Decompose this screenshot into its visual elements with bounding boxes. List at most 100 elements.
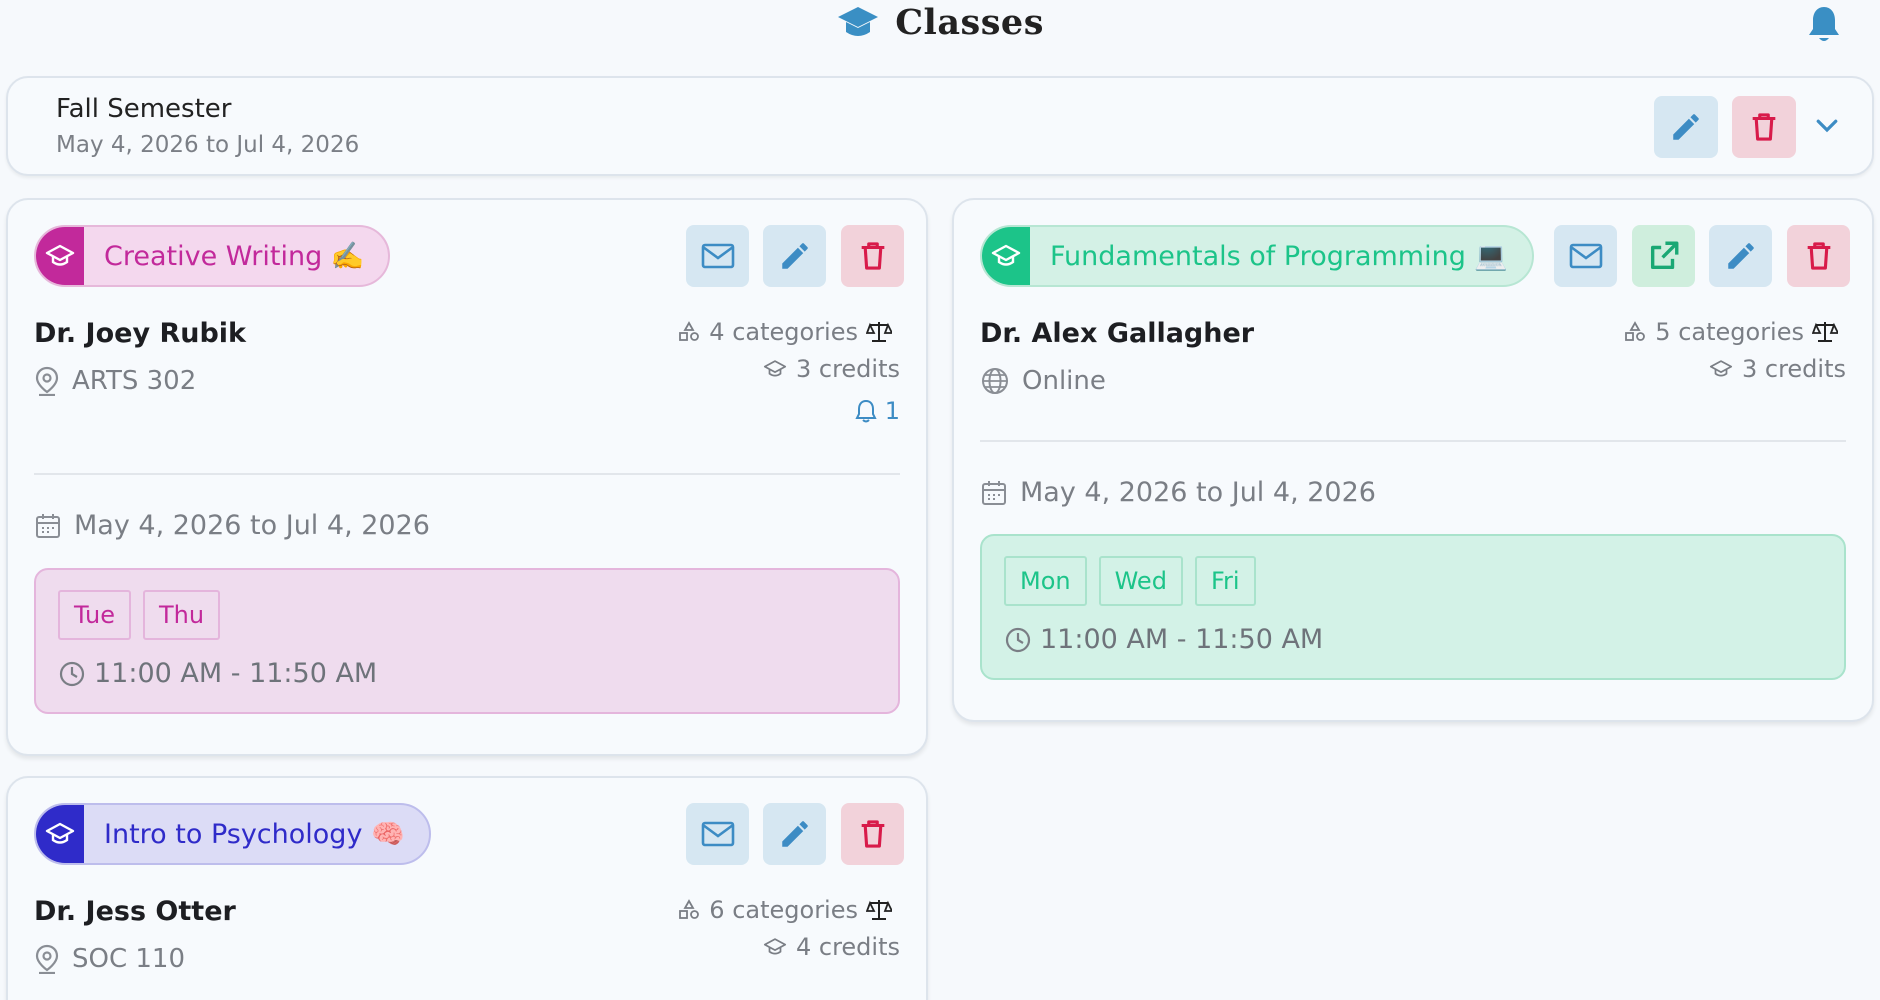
- location-text: ARTS 302: [72, 366, 197, 396]
- scale-icon: [866, 322, 892, 342]
- professor-name: Dr. Alex Gallagher: [980, 318, 1255, 349]
- bell-icon: [855, 399, 877, 423]
- class-card-creative-writing[interactable]: Creative Writing ✍️ Dr. Joey Rubik ARTS …: [6, 198, 928, 756]
- delete-class-button[interactable]: [1787, 225, 1850, 287]
- pencil-icon: [781, 821, 808, 847]
- time-text: 11:00 AM - 11:50 AM: [1040, 624, 1324, 655]
- semester-dates: May 4, 2026 to Jul 4, 2026: [56, 132, 360, 158]
- class-location: ARTS 302: [34, 366, 196, 396]
- date-range-text: May 4, 2026 to Jul 4, 2026: [1020, 477, 1376, 508]
- graduation-cap-icon: [838, 6, 879, 36]
- edit-semester-button[interactable]: [1654, 96, 1718, 158]
- app-header: Classes: [0, 0, 1880, 60]
- day-chip: Fri: [1194, 556, 1256, 606]
- edit-class-button[interactable]: [763, 225, 826, 287]
- meeting-days: Tue Thu: [58, 590, 221, 640]
- date-range-text: May 4, 2026 to Jul 4, 2026: [74, 510, 430, 541]
- delete-class-button[interactable]: [841, 803, 904, 865]
- class-name-pill[interactable]: Intro to Psychology 🧠: [34, 803, 431, 865]
- credits-text: 4 credits: [795, 933, 900, 961]
- schedule-box: Tue Thu 11:00 AM - 11:50 AM: [34, 568, 900, 714]
- shapes-icon: [1625, 321, 1646, 341]
- chevron-down-icon[interactable]: [1812, 110, 1842, 140]
- pencil-icon: [1727, 243, 1754, 269]
- open-link-button[interactable]: [1632, 225, 1695, 287]
- bell-icon[interactable]: [1806, 4, 1842, 44]
- external-link-icon: [1650, 241, 1678, 270]
- mail-icon: [701, 821, 734, 847]
- professor-name: Dr. Jess Otter: [34, 896, 236, 927]
- categories-info[interactable]: 6 categories: [669, 896, 900, 924]
- map-pin-icon: [35, 944, 59, 974]
- class-date-range: May 4, 2026 to Jul 4, 2026: [34, 510, 430, 541]
- class-name-pill[interactable]: Creative Writing ✍️: [34, 225, 391, 287]
- professor-name: Dr. Joey Rubik: [34, 318, 246, 349]
- delete-semester-button[interactable]: [1732, 96, 1796, 158]
- categories-info[interactable]: 4 categories: [669, 318, 900, 346]
- semester-bar[interactable]: Fall Semester May 4, 2026 to Jul 4, 2026: [6, 76, 1874, 176]
- categories-info[interactable]: 5 categories: [1615, 318, 1846, 346]
- email-button[interactable]: [1554, 225, 1617, 287]
- categories-text: 5 categories: [1655, 318, 1804, 346]
- scale-icon: [1812, 322, 1838, 342]
- delete-class-button[interactable]: [841, 225, 904, 287]
- credits-text: 3 credits: [1741, 355, 1846, 383]
- map-pin-icon: [35, 366, 59, 396]
- class-card-intro-to-psychology[interactable]: Intro to Psychology 🧠 Dr. Jess Otter SOC…: [6, 776, 928, 1000]
- credits-info: 3 credits: [1700, 355, 1846, 383]
- credits-text: 3 credits: [795, 355, 900, 383]
- email-button[interactable]: [686, 803, 749, 865]
- time-text: 11:00 AM - 11:50 AM: [94, 658, 378, 689]
- class-location: Online: [980, 366, 1106, 396]
- divider: [980, 440, 1846, 442]
- graduation-cap-icon: [763, 360, 787, 377]
- day-chip: Thu: [143, 590, 221, 640]
- globe-icon: [982, 368, 1008, 394]
- day-chip: Tue: [58, 590, 131, 640]
- calendar-icon: [36, 513, 60, 538]
- class-date-range: May 4, 2026 to Jul 4, 2026: [980, 477, 1376, 508]
- class-name-pill[interactable]: Fundamentals of Programming 💻: [980, 225, 1535, 287]
- credits-info: 3 credits: [754, 355, 900, 383]
- trash-icon: [861, 242, 884, 270]
- location-text: SOC 110: [72, 944, 186, 974]
- day-chip: Wed: [1098, 556, 1183, 606]
- trash-icon: [1807, 242, 1830, 270]
- mail-icon: [1569, 243, 1602, 269]
- clock-icon: [1005, 627, 1031, 652]
- credits-info: 4 credits: [754, 933, 900, 961]
- day-chip: Mon: [1004, 556, 1087, 606]
- class-name: Fundamentals of Programming 💻: [1050, 241, 1509, 272]
- pencil-icon: [781, 243, 808, 269]
- page-title: Classes: [895, 2, 1044, 43]
- shapes-icon: [679, 899, 700, 919]
- graduation-cap-icon: [36, 805, 84, 863]
- class-name: Intro to Psychology 🧠: [104, 819, 405, 850]
- divider: [34, 473, 900, 475]
- class-name: Creative Writing ✍️: [104, 241, 365, 272]
- location-text: Online: [1022, 366, 1106, 396]
- class-card-fundamentals-of-programming[interactable]: Fundamentals of Programming 💻 Dr. Alex G…: [952, 198, 1874, 722]
- graduation-cap-icon: [1709, 360, 1733, 377]
- categories-text: 4 categories: [709, 318, 858, 346]
- categories-text: 6 categories: [709, 896, 858, 924]
- pencil-icon: [1673, 114, 1699, 140]
- scale-icon: [866, 900, 892, 920]
- trash-icon: [1752, 113, 1776, 141]
- schedule-box: Mon Wed Fri 11:00 AM - 11:50 AM: [980, 534, 1846, 680]
- graduation-cap-icon: [763, 938, 787, 955]
- trash-icon: [861, 820, 884, 848]
- email-button[interactable]: [686, 225, 749, 287]
- meeting-days: Mon Wed Fri: [1004, 556, 1256, 606]
- edit-class-button[interactable]: [763, 803, 826, 865]
- shapes-icon: [679, 321, 700, 341]
- meeting-time: 11:00 AM - 11:50 AM: [1004, 624, 1323, 655]
- calendar-icon: [982, 480, 1006, 505]
- class-location: SOC 110: [34, 944, 185, 974]
- notifications-info[interactable]: 1: [847, 397, 900, 425]
- meeting-time: 11:00 AM - 11:50 AM: [58, 658, 377, 689]
- semester-name: Fall Semester: [56, 94, 232, 124]
- clock-icon: [59, 661, 85, 686]
- edit-class-button[interactable]: [1709, 225, 1772, 287]
- mail-icon: [701, 243, 734, 269]
